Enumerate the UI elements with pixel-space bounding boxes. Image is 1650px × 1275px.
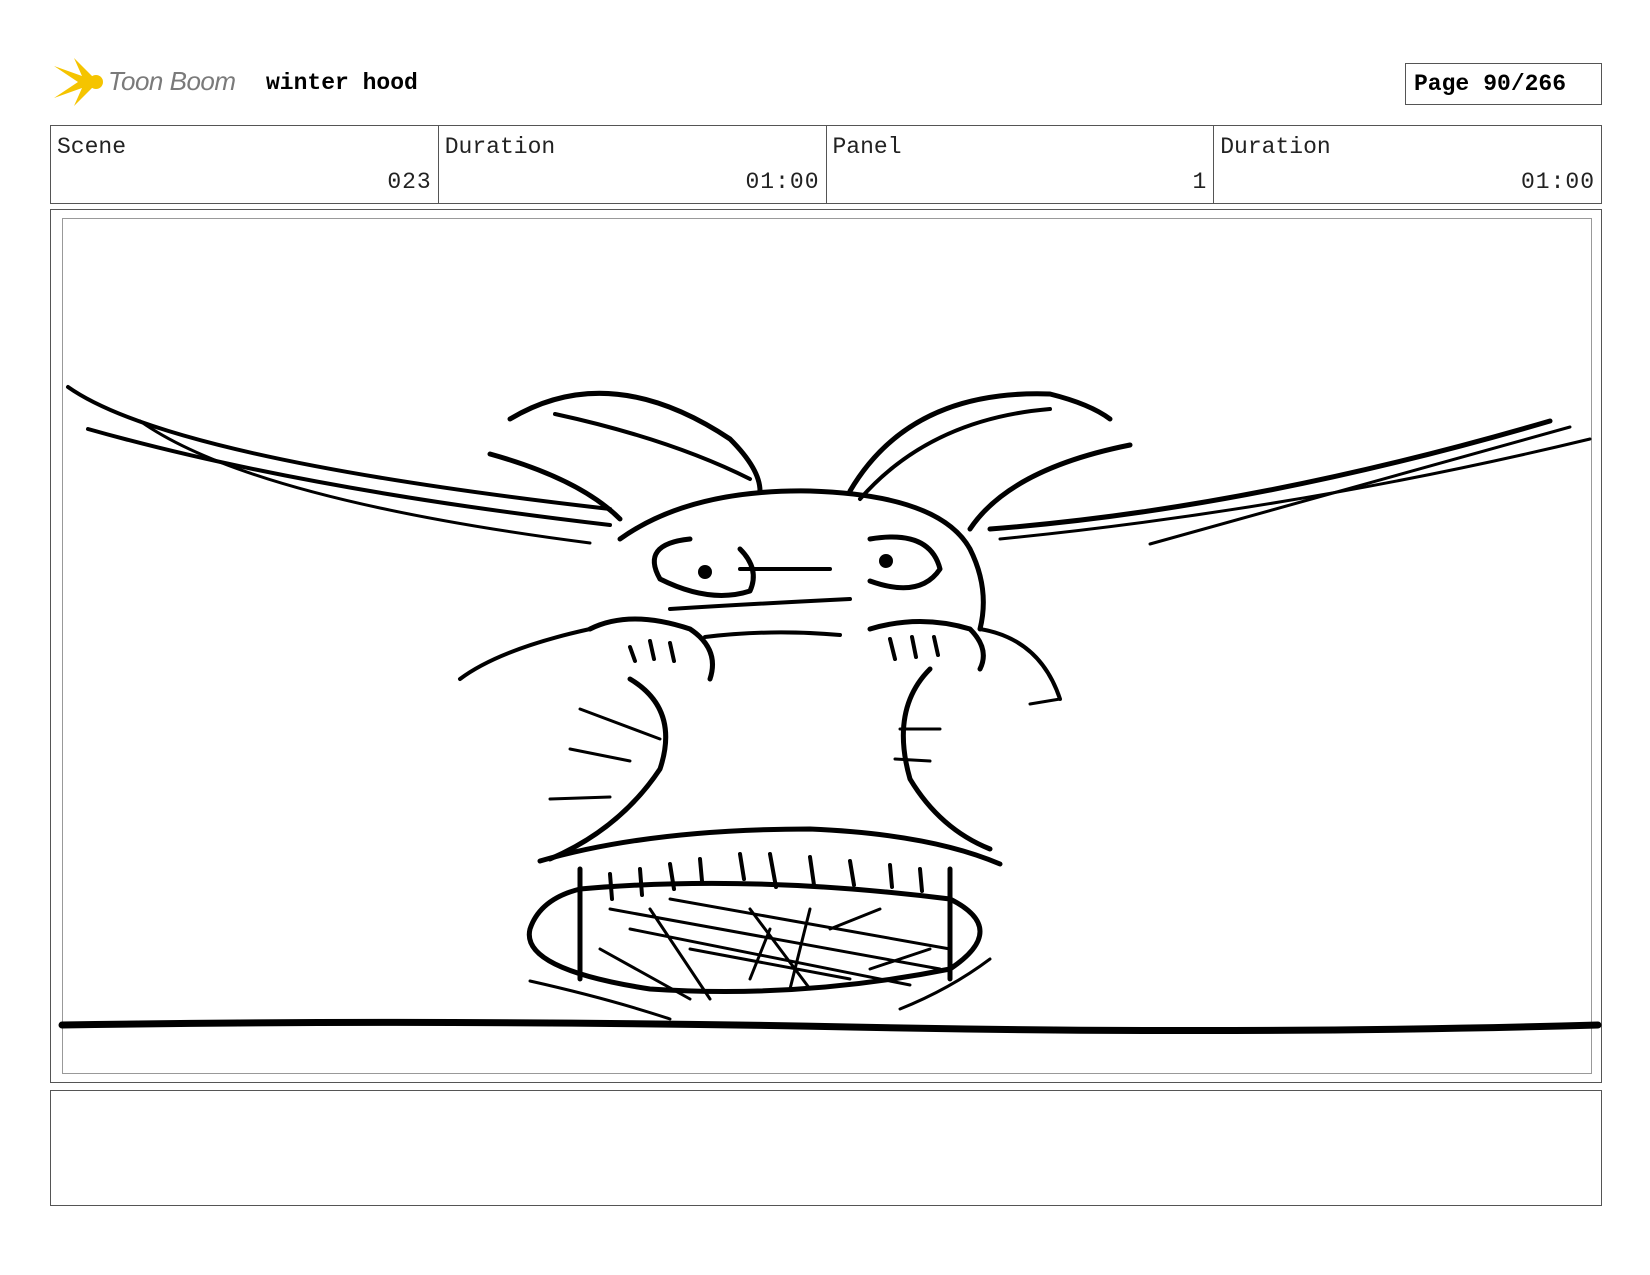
- panel-cell: Panel 1: [827, 126, 1215, 203]
- panel-duration-cell: Duration 01:00: [1214, 126, 1601, 203]
- logo-text: Toon Boom: [108, 66, 236, 96]
- scene-duration-value: 01:00: [745, 169, 820, 195]
- scene-value: 023: [387, 169, 432, 195]
- panel-label: Panel: [832, 134, 902, 160]
- scene-info-table: Scene 023 Duration 01:00 Panel 1 Duratio…: [50, 125, 1602, 204]
- scene-label: Scene: [57, 134, 127, 160]
- panel-duration-value: 01:00: [1520, 169, 1595, 195]
- panel-sketch-drawing: [58, 385, 1602, 1035]
- scene-duration-label: Duration: [444, 134, 556, 160]
- star-burst-icon: [54, 58, 103, 106]
- project-title: winter hood: [266, 70, 418, 96]
- panel-duration-label: Duration: [1220, 134, 1331, 160]
- page-label: Page: [1414, 71, 1470, 97]
- toon-boom-logo: Toon Boom: [54, 56, 254, 108]
- scene-cell: Scene 023: [51, 126, 439, 203]
- page-number: 90/266: [1483, 71, 1567, 97]
- panel-notes-box: [50, 1090, 1602, 1206]
- page-indicator: Page 90/266: [1405, 63, 1602, 105]
- scene-duration-cell: Duration 01:00: [439, 126, 827, 203]
- panel-value: 1: [1192, 169, 1208, 195]
